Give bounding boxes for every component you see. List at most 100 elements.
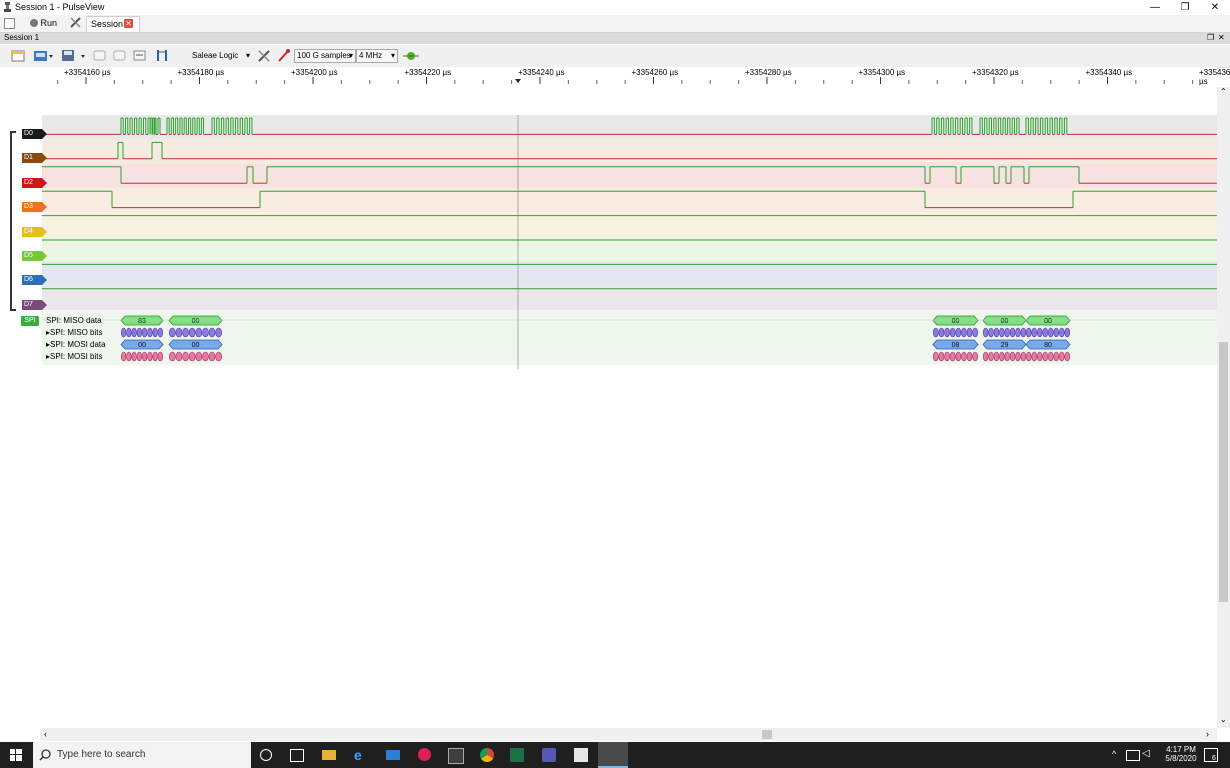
new-view-icon[interactable]: [11, 49, 25, 62]
bit-annotation[interactable]: [932, 351, 939, 362]
bit-annotation[interactable]: [972, 351, 978, 362]
bit-annotation[interactable]: [966, 327, 973, 338]
bit-annotation[interactable]: [1015, 327, 1021, 338]
bit-annotation[interactable]: [208, 351, 216, 362]
bit-annotation[interactable]: [944, 327, 950, 338]
bit-annotation[interactable]: [175, 351, 183, 362]
cortana-icon[interactable]: [260, 749, 272, 761]
bit-annotation[interactable]: [1031, 351, 1038, 362]
bit-annotation[interactable]: [1064, 351, 1071, 362]
trigger-marker-icon[interactable]: [515, 79, 521, 83]
bit-annotation[interactable]: [131, 351, 137, 362]
bit-annotation[interactable]: [195, 351, 203, 362]
settings-tools-icon[interactable]: [70, 17, 81, 28]
decoder-badge[interactable]: SPI: [21, 316, 39, 326]
redo-icon[interactable]: [113, 49, 127, 62]
sample-rate-select[interactable]: 4 MHz ▾: [356, 49, 398, 63]
scroll-right-icon[interactable]: ›: [1206, 729, 1209, 739]
bit-annotation[interactable]: [961, 327, 967, 338]
bit-annotation[interactable]: [147, 327, 153, 338]
bit-annotation[interactable]: [1020, 327, 1026, 338]
bit-annotation[interactable]: [1037, 327, 1043, 338]
channel-label-d4[interactable]: D4: [22, 226, 47, 237]
run-button[interactable]: Run: [30, 16, 57, 30]
channel-label-d3[interactable]: D3: [22, 202, 47, 213]
slack-icon[interactable]: [418, 748, 431, 761]
bit-annotation[interactable]: [182, 351, 189, 362]
network-icon[interactable]: [1126, 750, 1140, 761]
bit-annotation[interactable]: [121, 327, 127, 338]
minimize-button[interactable]: —: [1140, 0, 1170, 15]
cursor-icon[interactable]: [155, 49, 169, 62]
time-ruler[interactable]: +3354160 µs +3354180 µs +3354200 µs +335422…: [0, 67, 1230, 87]
bit-annotation[interactable]: [1042, 327, 1049, 338]
bit-annotation[interactable]: [1064, 327, 1071, 338]
decoder-row-miso-bits[interactable]: ▸SPI: MISO bits: [46, 328, 102, 337]
bit-annotation[interactable]: [999, 351, 1005, 362]
session-restore-icon[interactable]: ❐: [1207, 33, 1214, 42]
device-dropdown-icon[interactable]: ▾: [246, 51, 250, 60]
tray-overflow-icon[interactable]: ^: [1112, 749, 1116, 759]
bit-annotation[interactable]: [188, 327, 196, 338]
windows-start-icon[interactable]: [10, 749, 22, 763]
pulseview-taskbar-icon[interactable]: [598, 742, 628, 768]
bit-annotation[interactable]: [949, 327, 956, 338]
bit-annotation[interactable]: [202, 351, 209, 362]
bit-annotation[interactable]: [157, 351, 164, 362]
device-selector[interactable]: Saleae Logic: [192, 51, 238, 60]
bit-annotation[interactable]: [1009, 351, 1016, 362]
decoder-row-miso-data[interactable]: SPI: MISO data: [46, 316, 102, 325]
bit-annotation[interactable]: [152, 351, 158, 362]
bit-annotation[interactable]: [126, 351, 132, 362]
channel-label-d5[interactable]: D5: [22, 251, 47, 261]
session-close-icon[interactable]: ✕: [1218, 33, 1225, 42]
document-app-icon[interactable]: [574, 748, 588, 762]
bit-annotation[interactable]: [1004, 327, 1010, 338]
mail-icon[interactable]: [386, 750, 400, 760]
taskbar-clock[interactable]: 4:17 PM 5/8/2020: [1161, 745, 1201, 763]
excel-icon[interactable]: [510, 748, 524, 762]
task-view-icon[interactable]: [290, 749, 304, 762]
bit-annotation[interactable]: [1053, 327, 1060, 338]
bit-annotation[interactable]: [961, 351, 967, 362]
bit-annotation[interactable]: [152, 327, 158, 338]
bit-annotation[interactable]: [182, 327, 189, 338]
bit-annotation[interactable]: [988, 327, 994, 338]
bit-annotation[interactable]: [169, 351, 176, 362]
bit-annotation[interactable]: [215, 351, 223, 362]
bit-annotation[interactable]: [999, 327, 1005, 338]
scroll-up-icon[interactable]: ⌃: [1220, 87, 1227, 96]
bit-annotation[interactable]: [966, 351, 973, 362]
bit-annotation[interactable]: [147, 351, 153, 362]
open-file-icon[interactable]: [34, 49, 53, 62]
save-file-icon[interactable]: [62, 49, 85, 62]
bit-annotation[interactable]: [938, 351, 945, 362]
chrome-icon[interactable]: [480, 748, 494, 762]
bit-annotation[interactable]: [988, 351, 994, 362]
bit-annotation[interactable]: [1059, 351, 1065, 362]
scroll-left-icon[interactable]: ‹: [44, 729, 47, 739]
bit-annotation[interactable]: [136, 351, 143, 362]
bit-annotation[interactable]: [142, 351, 148, 362]
trace-view[interactable]: 83 00 00 00 00 08 00 29 00 80 D0 D1 D2 D3 D4 D5 D6 D7 SP…: [0, 87, 1217, 728]
bit-annotation[interactable]: [1004, 351, 1010, 362]
bit-annotation[interactable]: [142, 327, 148, 338]
horizontal-scrollbar[interactable]: ‹ ›: [40, 728, 1217, 741]
channel-label-d0[interactable]: D0: [22, 129, 47, 139]
channel-label-d6[interactable]: D6: [22, 275, 47, 286]
bit-annotation[interactable]: [1009, 327, 1016, 338]
channel-label-d7[interactable]: D7: [22, 299, 47, 310]
bit-annotation[interactable]: [1059, 327, 1065, 338]
configure-device-icon[interactable]: [257, 49, 271, 62]
bit-annotation[interactable]: [982, 351, 989, 362]
store-icon[interactable]: [448, 748, 464, 764]
bit-annotation[interactable]: [1026, 327, 1032, 338]
teams-icon[interactable]: [542, 748, 556, 762]
horizontal-scroll-thumb[interactable]: [762, 730, 772, 739]
bit-annotation[interactable]: [944, 351, 950, 362]
probe-icon[interactable]: [277, 49, 291, 62]
bit-annotation[interactable]: [1048, 351, 1054, 362]
bit-annotation[interactable]: [938, 327, 945, 338]
undo-icon[interactable]: [93, 49, 107, 62]
vertical-scroll-thumb[interactable]: [1219, 342, 1228, 602]
